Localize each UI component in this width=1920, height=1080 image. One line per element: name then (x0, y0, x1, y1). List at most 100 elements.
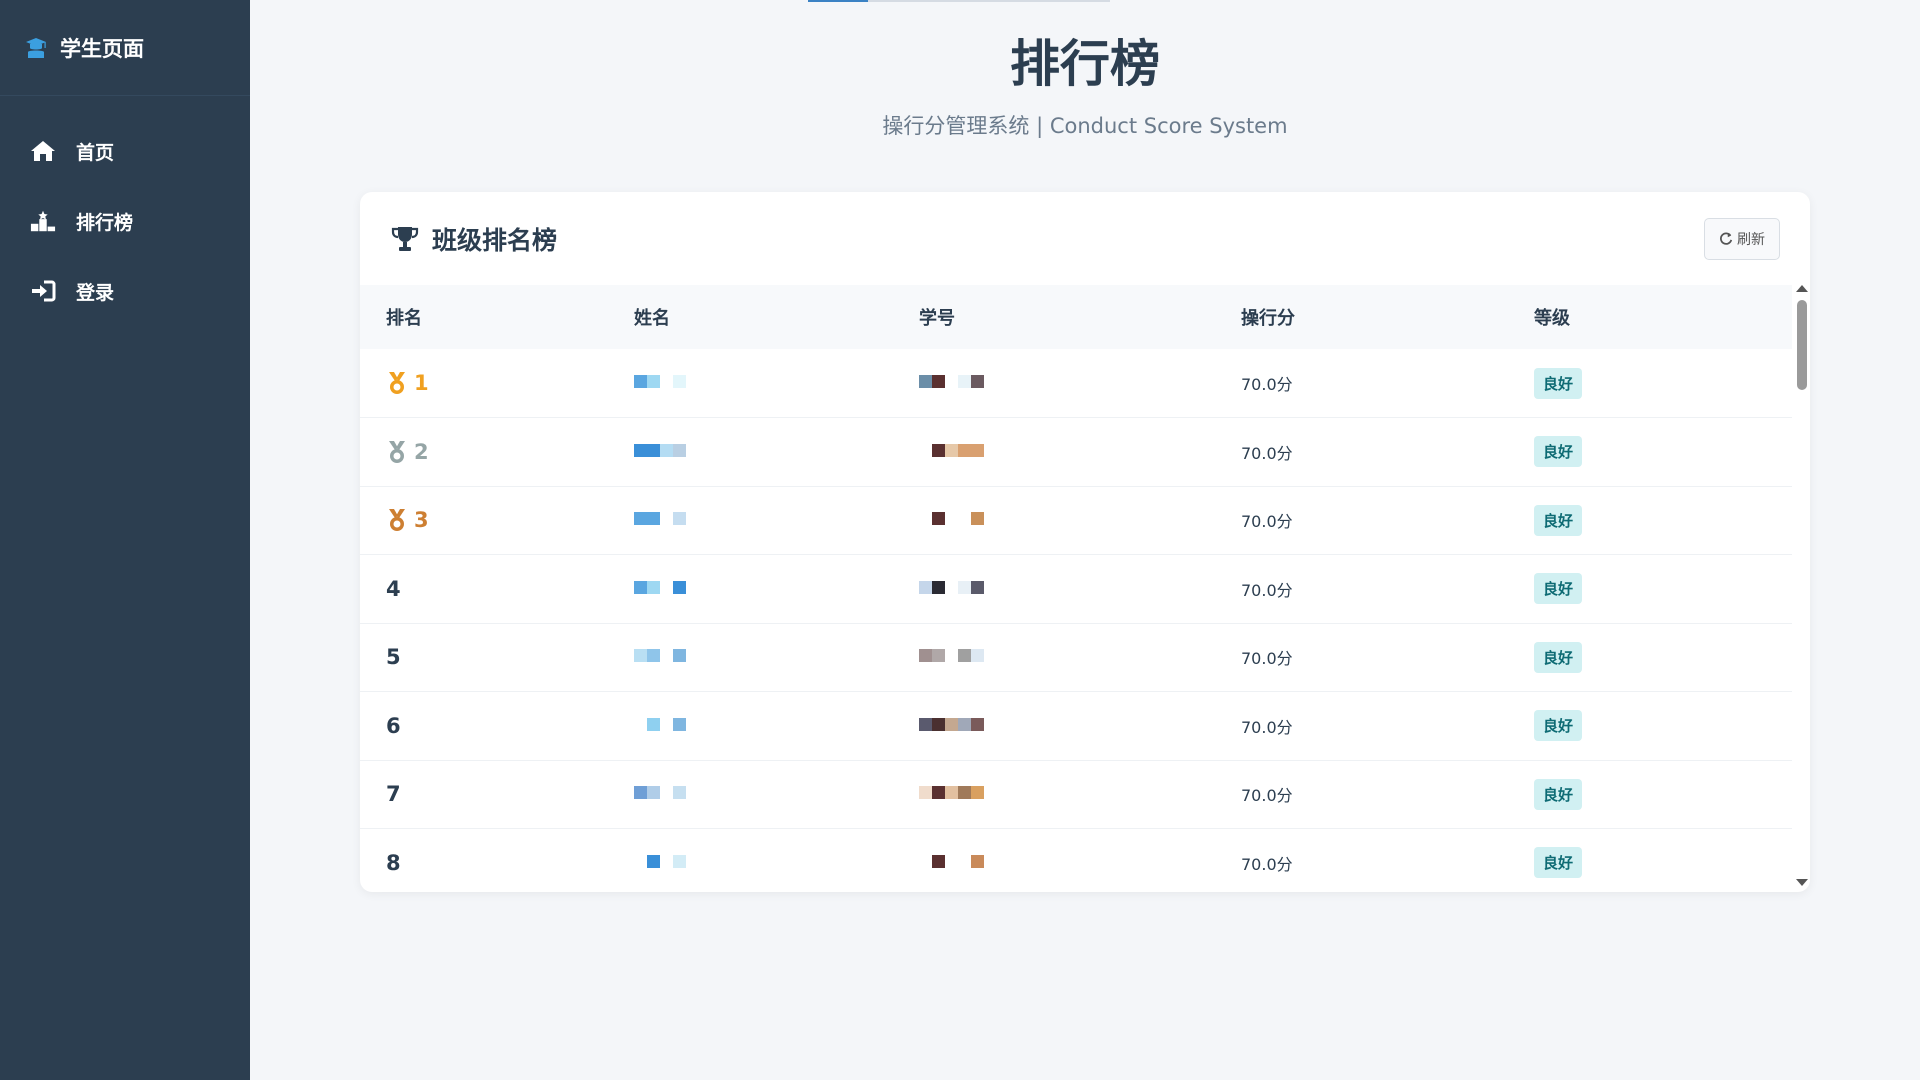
redacted-student-id (919, 649, 984, 663)
redacted-name (634, 512, 686, 526)
level-badge: 良好 (1534, 847, 1583, 879)
login-icon (30, 278, 56, 304)
rank-value-wrap: 2 (386, 440, 608, 464)
table-row: 4 70.0分 良好 (360, 555, 1792, 624)
rank-value-wrap: 1 (386, 371, 608, 395)
level-badge: 良好 (1534, 710, 1583, 742)
conduct-score-cell: 70.0分 (1241, 580, 1293, 600)
sidebar-item-login[interactable]: 登录 (0, 256, 250, 326)
conduct-score-cell: 70.0分 (1241, 649, 1293, 669)
rank-value-wrap: 5 (386, 645, 608, 669)
table-row: 3 70.0分 良好 (360, 486, 1792, 555)
redacted-student-id (919, 580, 984, 594)
student-id-cell (893, 692, 1215, 761)
sidebar-brand: 学生页面 (0, 0, 250, 96)
redacted-student-id (919, 443, 984, 457)
conduct-score-cell: 70.0分 (1241, 375, 1293, 394)
podium-icon (30, 208, 56, 234)
table-row: 5 70.0分 良好 (360, 623, 1792, 692)
level-cell: 良好 (1508, 418, 1792, 487)
column-header-score[interactable]: 操行分 (1215, 285, 1508, 349)
student-name-cell (608, 418, 893, 487)
rank-cell: 4 (360, 555, 608, 624)
rank-cell: 7 (360, 760, 608, 829)
sidebar-item-label: 登录 (76, 281, 115, 304)
student-id-cell (893, 760, 1215, 829)
card-header: 班级排名榜 刷新 (360, 192, 1810, 285)
column-header-rank[interactable]: 排名 (360, 285, 608, 349)
redacted-student-id (919, 375, 984, 389)
column-header-student-id[interactable]: 学号 (893, 285, 1215, 349)
student-id-cell (893, 623, 1215, 692)
page-title: 排行榜 (1010, 35, 1160, 93)
sidebar-item-home[interactable]: 首页 (0, 116, 250, 186)
scroll-down-arrow-icon[interactable] (1796, 879, 1808, 886)
refresh-button[interactable]: 刷新 (1704, 217, 1780, 260)
student-id-cell (893, 486, 1215, 555)
table-header-row: 排名 姓名 学号 操行分 等级 (360, 285, 1792, 349)
redacted-name (634, 443, 686, 457)
rank-number: 5 (386, 645, 401, 670)
rank-cell: 1 (360, 349, 608, 418)
redacted-student-id (919, 717, 984, 731)
level-cell: 良好 (1508, 829, 1792, 893)
student-name-cell (608, 555, 893, 624)
level-badge: 良好 (1534, 641, 1583, 673)
trophy-icon (391, 226, 419, 251)
table-row: 6 70.0分 良好 (360, 692, 1792, 761)
student-id-cell (893, 418, 1215, 487)
rank-number: 3 (414, 508, 429, 533)
rank-value-wrap: 4 (386, 577, 608, 601)
ranking-table-wrap: 排名 姓名 学号 操行分 等级 1 70.0分 良好 2 70.0分 良好 3 70.0分 良好… (360, 285, 1792, 892)
medal-gold-icon (389, 372, 405, 394)
column-header-name[interactable]: 姓名 (608, 285, 893, 349)
rank-cell: 5 (360, 623, 608, 692)
page-header: 排行榜 操行分管理系统 | Conduct Score System (250, 0, 1920, 140)
student-id-cell (893, 555, 1215, 624)
column-header-level[interactable]: 等级 (1508, 285, 1792, 349)
redacted-name (634, 580, 686, 594)
student-name-cell (608, 349, 893, 418)
table-row: 2 70.0分 良好 (360, 418, 1792, 487)
sidebar-nav: 首页 排行榜 登录 (0, 96, 250, 326)
refresh-icon (1720, 232, 1733, 245)
level-badge: 良好 (1534, 573, 1583, 605)
level-badge: 良好 (1534, 778, 1583, 810)
rank-number: 6 (386, 713, 401, 738)
conduct-score-cell: 70.0分 (1241, 443, 1293, 463)
redacted-student-id (919, 512, 984, 526)
rank-number: 8 (386, 850, 401, 875)
level-cell: 良好 (1508, 692, 1792, 761)
table-scrollbar[interactable] (1792, 285, 1810, 892)
rank-cell: 3 (360, 486, 608, 555)
sidebar-item-ranking[interactable]: 排行榜 (0, 186, 250, 256)
rank-cell: 6 (360, 692, 608, 761)
rank-number: 2 (414, 439, 429, 464)
level-badge: 良好 (1534, 367, 1583, 399)
table-row: 7 70.0分 良好 (360, 760, 1792, 829)
rank-cell: 8 (360, 829, 608, 893)
refresh-label: 刷新 (1737, 230, 1765, 247)
graduate-icon (26, 37, 46, 58)
sidebar-item-label: 首页 (76, 141, 115, 164)
rank-value-wrap: 6 (386, 714, 608, 738)
brand-title: 学生页面 (60, 36, 144, 61)
table-row: 1 70.0分 良好 (360, 349, 1792, 418)
rank-value-wrap: 8 (386, 851, 608, 875)
redacted-name (634, 717, 686, 731)
student-name-cell (608, 623, 893, 692)
redacted-name (634, 854, 686, 868)
ranking-table: 排名 姓名 学号 操行分 等级 1 70.0分 良好 2 70.0分 良好 3 70.0分 良好… (360, 285, 1792, 892)
level-cell: 良好 (1508, 349, 1792, 418)
card-title: 班级排名榜 (432, 225, 558, 255)
scroll-thumb[interactable] (1797, 300, 1807, 390)
student-name-cell (608, 486, 893, 555)
medal-silver-icon (389, 440, 405, 463)
level-badge: 良好 (1534, 504, 1583, 536)
student-name-cell (608, 692, 893, 761)
redacted-student-id (919, 786, 984, 800)
student-name-cell (608, 760, 893, 829)
scroll-up-arrow-icon[interactable] (1796, 285, 1808, 292)
redacted-name (634, 649, 686, 663)
redacted-name (634, 375, 686, 389)
